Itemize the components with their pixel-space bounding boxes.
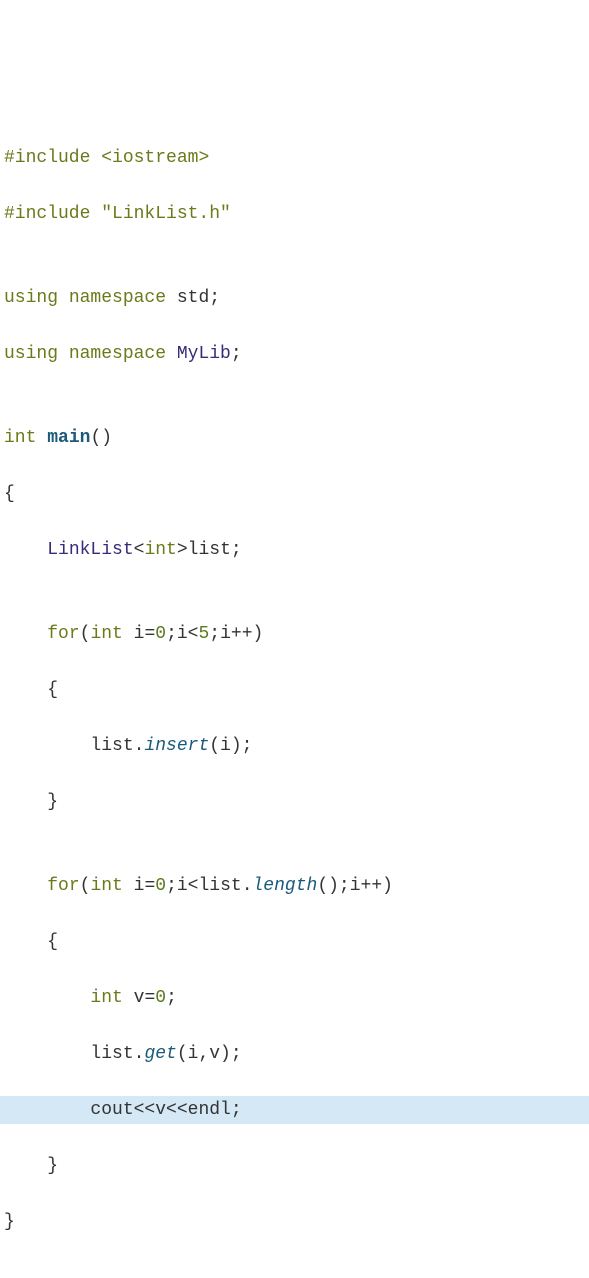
number: 0 xyxy=(155,624,166,644)
indent xyxy=(4,792,47,812)
keyword: for xyxy=(47,876,79,896)
method-call: get xyxy=(144,1044,176,1064)
number: 5 xyxy=(198,624,209,644)
code-line: { xyxy=(0,928,589,956)
punct: ; xyxy=(231,344,242,364)
identifier: list. xyxy=(90,736,144,756)
args: (i); xyxy=(209,736,252,756)
args: (i,v); xyxy=(177,1044,242,1064)
header-name: iostream xyxy=(112,148,198,168)
keyword: int xyxy=(90,624,133,644)
keyword: namespace xyxy=(69,288,177,308)
keyword: int xyxy=(4,428,47,448)
code-line: list.insert(i); xyxy=(0,732,589,760)
indent xyxy=(4,624,47,644)
punct: ; xyxy=(209,288,220,308)
number: 0 xyxy=(155,876,166,896)
text: ;i< xyxy=(166,624,198,644)
number: 0 xyxy=(155,988,166,1008)
keyword: using xyxy=(4,344,69,364)
namespace: MyLib xyxy=(177,344,231,364)
code-line: } xyxy=(0,788,589,816)
keyword: for xyxy=(47,624,79,644)
code-line: for(int i=0;i<list.length();i++) xyxy=(0,872,589,900)
paren: ( xyxy=(80,624,91,644)
code-line: } xyxy=(0,1208,589,1236)
code-line: list.get(i,v); xyxy=(0,1040,589,1068)
code-line: int v=0; xyxy=(0,984,589,1012)
code-block: #include <iostream> #include "LinkList.h… xyxy=(0,116,589,1264)
punct: < xyxy=(134,540,145,560)
brace: } xyxy=(47,1156,58,1176)
text: ;i++) xyxy=(209,624,263,644)
method-call: insert xyxy=(144,736,209,756)
text: ();i++) xyxy=(317,876,393,896)
keyword: namespace xyxy=(69,344,177,364)
identifier: v= xyxy=(134,988,156,1008)
brace: { xyxy=(47,680,58,700)
code-line: using namespace MyLib; xyxy=(0,340,589,368)
preproc: #include xyxy=(4,148,101,168)
angle-close: > xyxy=(198,148,209,168)
indent xyxy=(4,1100,90,1120)
code-line: using namespace std; xyxy=(0,284,589,312)
keyword: int xyxy=(144,540,176,560)
identifier: i= xyxy=(134,624,156,644)
punct: > xyxy=(177,540,188,560)
type: LinkList xyxy=(47,540,133,560)
code-line: int main() xyxy=(0,424,589,452)
text: ;i<list. xyxy=(166,876,252,896)
code-line: LinkList<int>list; xyxy=(0,536,589,564)
identifier: std xyxy=(177,288,209,308)
preproc: #include xyxy=(4,204,101,224)
identifier: list. xyxy=(90,1044,144,1064)
function-name: main xyxy=(47,428,90,448)
statement: cout<<v<<endl; xyxy=(90,1100,241,1120)
keyword: using xyxy=(4,288,69,308)
highlighted-line: cout<<v<<endl; xyxy=(0,1096,589,1124)
paren: ( xyxy=(80,876,91,896)
angle-open: < xyxy=(101,148,112,168)
code-line: #include "LinkList.h" xyxy=(0,200,589,228)
code-line: for(int i=0;i<5;i++) xyxy=(0,620,589,648)
indent xyxy=(4,932,47,952)
indent xyxy=(4,1044,90,1064)
keyword: int xyxy=(90,988,133,1008)
brace: { xyxy=(47,932,58,952)
code-line: { xyxy=(0,480,589,508)
code-line: } xyxy=(0,1152,589,1180)
code-line: { xyxy=(0,676,589,704)
method-call: length xyxy=(253,876,318,896)
punct: ; xyxy=(166,988,177,1008)
code-line: #include <iostream> xyxy=(0,144,589,172)
indent xyxy=(4,540,47,560)
indent xyxy=(4,736,90,756)
identifier: i= xyxy=(134,876,156,896)
keyword: int xyxy=(90,876,133,896)
brace: } xyxy=(47,792,58,812)
indent xyxy=(4,988,90,1008)
paren: () xyxy=(90,428,112,448)
string-literal: "LinkList.h" xyxy=(101,204,231,224)
identifier: list; xyxy=(188,540,242,560)
indent xyxy=(4,680,47,700)
indent xyxy=(4,1156,47,1176)
indent xyxy=(4,876,47,896)
